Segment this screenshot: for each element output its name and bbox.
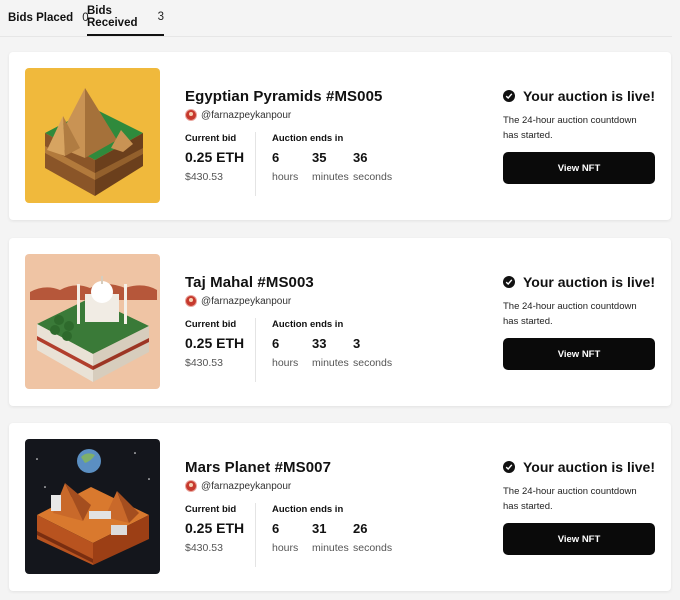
current-bid-eth: 0.25 ETH <box>185 520 245 536</box>
live-title: Your auction is live! <box>523 459 655 475</box>
avatar <box>185 480 197 492</box>
current-bid-usd: $430.53 <box>185 171 223 183</box>
countdown-hours: 6 <box>272 521 280 536</box>
tab-label: Bids Placed <box>8 12 74 24</box>
tab-bar: Bids Placed 0 Bids Received 3 <box>0 0 672 37</box>
nft-title[interactable]: Egyptian Pyramids #MS005 <box>185 88 382 105</box>
countdown-minutes: 35 <box>312 150 327 165</box>
countdown-seconds: 3 <box>353 336 361 351</box>
current-bid-eth: 0.25 ETH <box>185 149 245 165</box>
auction-card: Mars Planet #MS007 @farnazpeykanpour Cur… <box>9 423 671 591</box>
owner-link[interactable]: @farnazpeykanpour <box>185 480 291 492</box>
live-description: The 24-hour auction countdown has starte… <box>503 115 637 141</box>
view-nft-button[interactable]: View NFT <box>503 152 655 184</box>
auction-card: Taj Mahal #MS003 @farnazpeykanpour Curre… <box>9 238 671 406</box>
nft-title[interactable]: Taj Mahal #MS003 <box>185 274 314 291</box>
view-nft-button[interactable]: View NFT <box>503 523 655 555</box>
tab-bids-placed[interactable]: Bids Placed 0 <box>8 0 89 36</box>
countdown-seconds: 26 <box>353 521 368 536</box>
auction-ends-label: Auction ends in <box>272 133 344 144</box>
unit-seconds: seconds <box>353 542 393 554</box>
unit-minutes: minutes <box>312 171 349 183</box>
tab-bids-received[interactable]: Bids Received 3 <box>87 0 164 36</box>
live-title: Your auction is live! <box>523 88 655 104</box>
owner-handle: @farnazpeykanpour <box>201 295 292 307</box>
tab-count: 3 <box>157 11 164 23</box>
countdown-minutes: 31 <box>312 521 327 536</box>
nft-thumbnail-mars[interactable] <box>25 439 160 574</box>
nft-thumbnail-taj-mahal[interactable] <box>25 254 160 389</box>
unit-minutes: minutes <box>312 357 349 369</box>
auction-card: Egyptian Pyramids #MS005 @farnazpeykanpo… <box>9 52 671 220</box>
current-bid-label: Current bid <box>185 319 237 330</box>
auction-ends-label: Auction ends in <box>272 504 344 515</box>
auction-ends-label: Auction ends in <box>272 319 344 330</box>
countdown-hours: 6 <box>272 150 280 165</box>
auction-live-status: Your auction is live! <box>503 459 655 475</box>
current-bid-label: Current bid <box>185 133 237 144</box>
check-circle-icon <box>503 276 515 288</box>
countdown-minutes: 33 <box>312 336 327 351</box>
unit-hours: hours <box>272 357 299 369</box>
owner-handle: @farnazpeykanpour <box>201 480 292 492</box>
current-bid-usd: $430.53 <box>185 357 223 369</box>
divider <box>255 318 256 382</box>
avatar <box>185 109 197 121</box>
unit-seconds: seconds <box>353 171 393 183</box>
nft-title[interactable]: Mars Planet #MS007 <box>185 459 331 476</box>
unit-hours: hours <box>272 542 299 554</box>
avatar <box>185 295 197 307</box>
current-bid-label: Current bid <box>185 504 237 515</box>
live-description: The 24-hour auction countdown has starte… <box>503 301 637 327</box>
countdown-hours: 6 <box>272 336 280 351</box>
current-bid-eth: 0.25 ETH <box>185 335 245 351</box>
owner-link[interactable]: @farnazpeykanpour <box>185 109 291 121</box>
auction-live-status: Your auction is live! <box>503 88 655 104</box>
auction-live-status: Your auction is live! <box>503 274 655 290</box>
unit-seconds: seconds <box>353 357 393 369</box>
live-title: Your auction is live! <box>523 274 655 290</box>
tab-label: Bids Received <box>87 5 138 29</box>
view-nft-button[interactable]: View NFT <box>503 338 655 370</box>
unit-minutes: minutes <box>312 542 349 554</box>
owner-link[interactable]: @farnazpeykanpour <box>185 295 291 307</box>
divider <box>255 132 256 196</box>
nft-thumbnail-pyramids[interactable] <box>25 68 160 203</box>
live-description: The 24-hour auction countdown has starte… <box>503 486 637 512</box>
unit-hours: hours <box>272 171 299 183</box>
divider <box>255 503 256 567</box>
countdown-seconds: 36 <box>353 150 368 165</box>
check-circle-icon <box>503 90 515 102</box>
current-bid-usd: $430.53 <box>185 542 223 554</box>
check-circle-icon <box>503 461 515 473</box>
owner-handle: @farnazpeykanpour <box>201 109 292 121</box>
